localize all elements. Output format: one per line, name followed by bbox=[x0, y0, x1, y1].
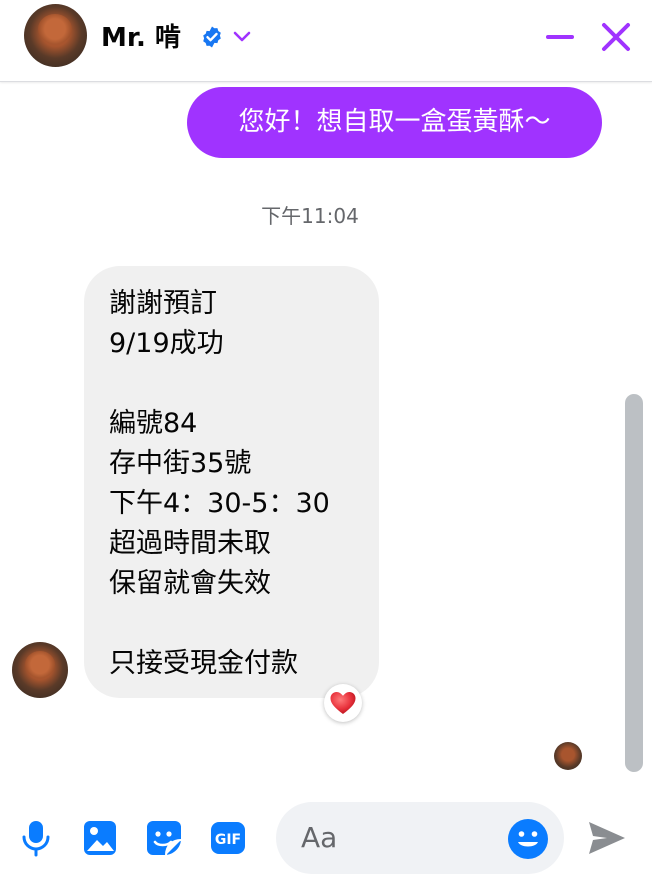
sender-avatar[interactable] bbox=[12, 642, 68, 698]
chat-header: Mr. 啃 bbox=[0, 0, 652, 82]
minimize-icon[interactable] bbox=[545, 22, 575, 52]
emoji-icon[interactable] bbox=[507, 818, 549, 860]
close-icon[interactable] bbox=[599, 20, 633, 54]
message-reaction[interactable] bbox=[324, 684, 362, 722]
contact-name[interactable]: Mr. 啃 bbox=[101, 20, 181, 56]
received-message-text: 謝謝預訂 9/19成功 編號84 存中街35號 下午4：30-5：30 超過時間… bbox=[109, 288, 330, 679]
gif-label: GIF bbox=[215, 832, 241, 848]
sent-message[interactable]: 您好！想自取一盒蛋黃酥～ bbox=[187, 87, 602, 158]
verified-badge-icon bbox=[203, 26, 221, 48]
scrollbar-thumb[interactable] bbox=[625, 394, 643, 772]
sticker-icon[interactable] bbox=[144, 818, 184, 858]
seen-indicator-avatar bbox=[554, 742, 582, 770]
contact-avatar[interactable] bbox=[24, 4, 87, 67]
heart-reaction-icon bbox=[330, 692, 356, 714]
chevron-down-icon[interactable] bbox=[232, 28, 252, 46]
message-input-placeholder: Aa bbox=[301, 821, 338, 854]
message-timestamp: 下午11:04 bbox=[261, 204, 359, 228]
gif-icon[interactable]: GIF bbox=[208, 818, 248, 858]
send-icon[interactable] bbox=[585, 818, 629, 858]
microphone-icon[interactable] bbox=[16, 818, 56, 858]
image-icon[interactable] bbox=[80, 818, 120, 858]
